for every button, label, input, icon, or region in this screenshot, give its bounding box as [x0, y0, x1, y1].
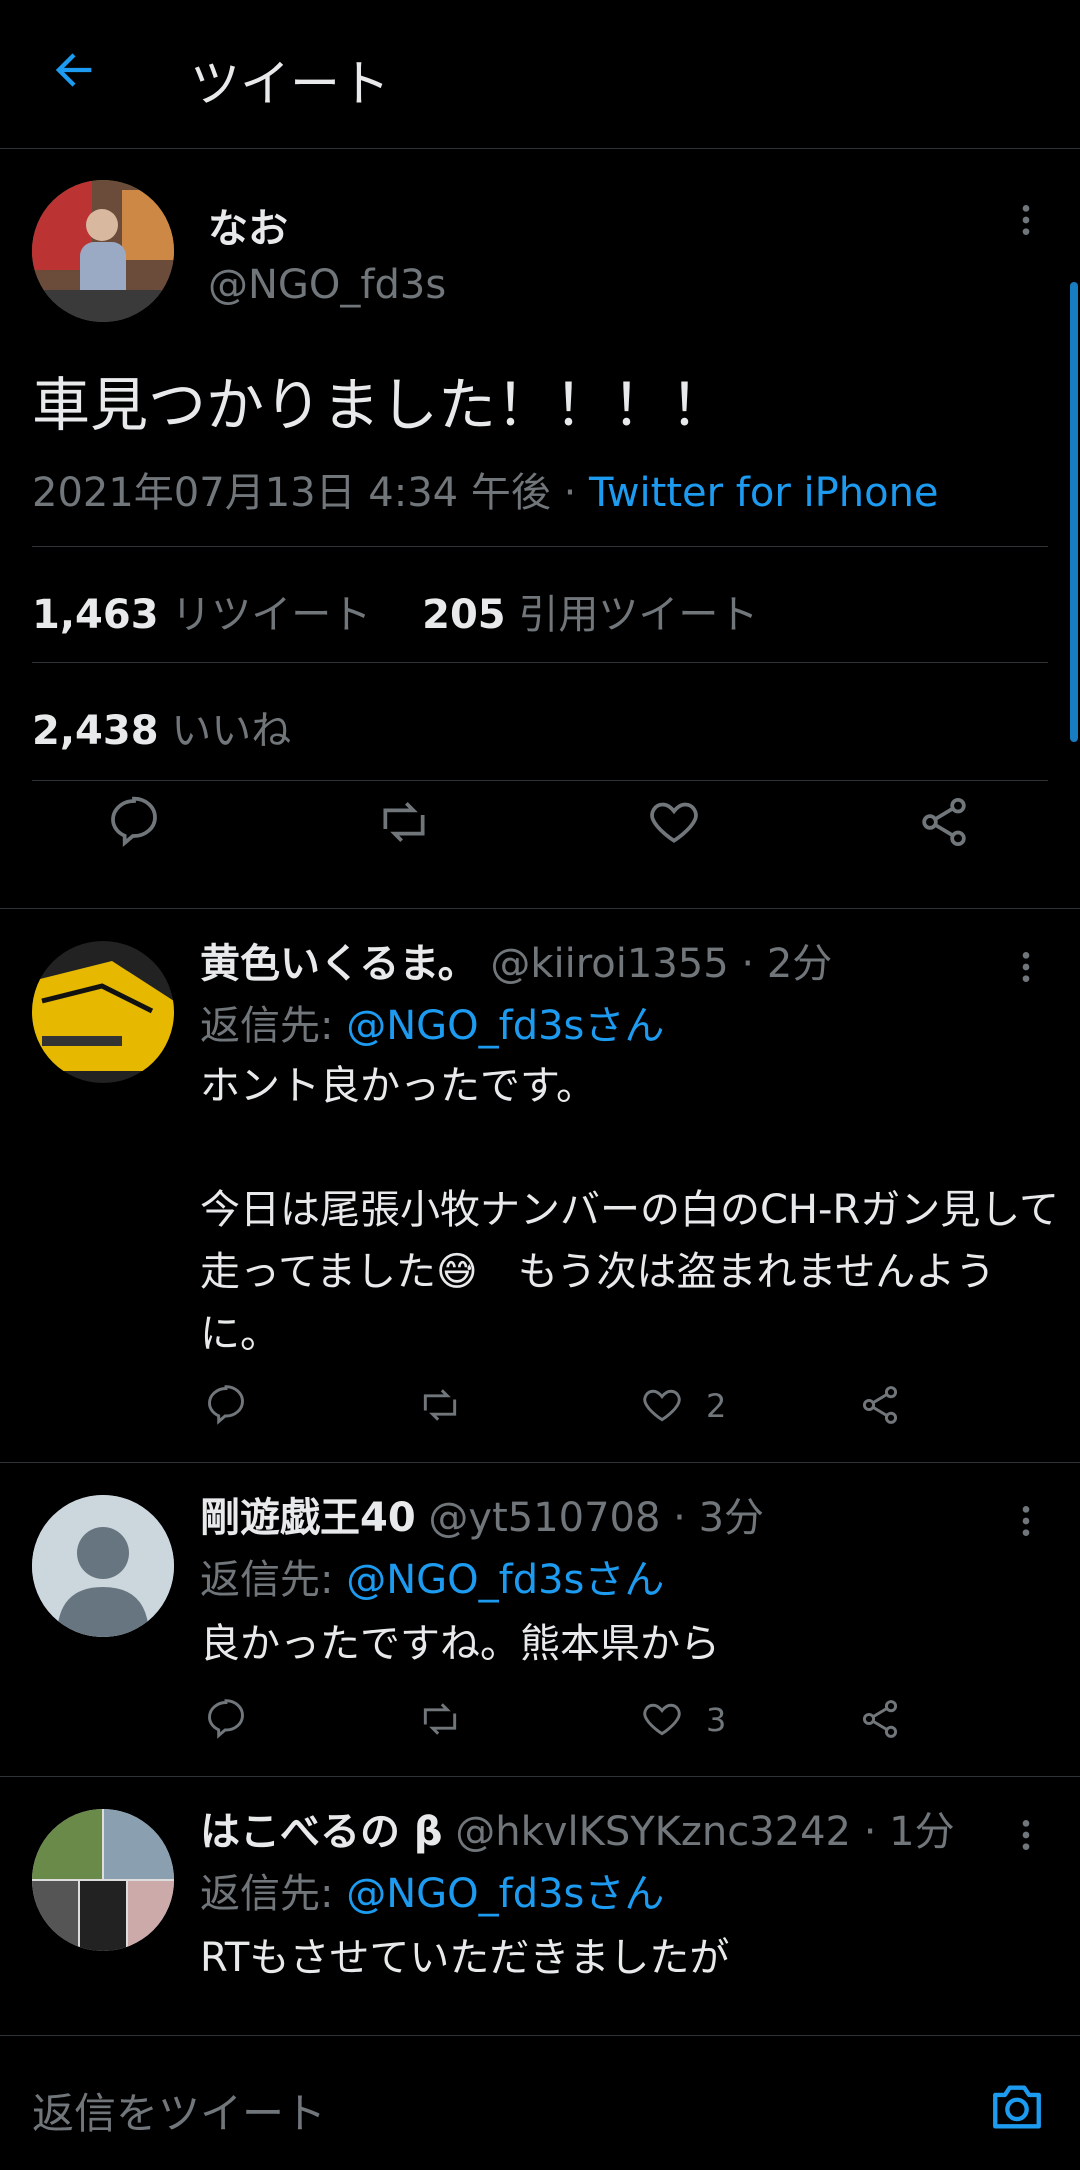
- camera-icon[interactable]: [988, 2078, 1046, 2136]
- share-icon[interactable]: [858, 1383, 902, 1427]
- tweet-meta: 2021年07月13日 4:34 午後 · Twitter for iPhone: [32, 470, 939, 516]
- quote-count: 205: [422, 592, 506, 638]
- more-vertical-icon[interactable]: [1006, 947, 1046, 987]
- reply-actions: 2: [200, 1383, 920, 1443]
- reply-author-handle[interactable]: @yt510708: [428, 1495, 660, 1541]
- like-count: 2: [706, 1387, 727, 1425]
- reply-item[interactable]: 剛遊戯王40 @yt510708 · 3分 返信先: @NGO_fd3sさん 良…: [0, 1462, 1080, 1777]
- reply-author-name[interactable]: 剛遊戯王40: [200, 1495, 416, 1541]
- retweet-icon[interactable]: [418, 1383, 462, 1427]
- author-handle[interactable]: @NGO_fd3s: [208, 262, 446, 308]
- reply-to-handle[interactable]: @NGO_fd3sさん: [346, 1003, 664, 1049]
- reply-header: 剛遊戯王40 @yt510708 · 3分: [200, 1495, 765, 1541]
- retweet-icon[interactable]: [376, 794, 432, 850]
- retweet-label: リツイート: [171, 592, 372, 638]
- retweet-count: 1,463: [32, 592, 159, 638]
- reply-author-name[interactable]: 黄色いくるま。: [200, 941, 478, 987]
- reply-item[interactable]: はこべるの β @hkvlKSYKznc3242 · 1分 返信先: @NGO_…: [0, 1776, 1080, 2036]
- retweet-icon[interactable]: [418, 1697, 462, 1741]
- share-icon[interactable]: [858, 1697, 902, 1741]
- reply-item[interactable]: 黄色いくるま。 @kiiroi1355 · 2分 返信先: @NGO_fd3sさ…: [0, 908, 1080, 1463]
- reply-header: はこべるの β @hkvlKSYKznc3242 · 1分: [200, 1809, 955, 1855]
- top-bar: ツイート: [0, 0, 1080, 149]
- reply-icon[interactable]: [204, 1383, 248, 1427]
- reply-header: 黄色いくるま。 @kiiroi1355 · 2分: [200, 941, 833, 987]
- like-label: いいね: [171, 708, 292, 754]
- author-name[interactable]: なお: [208, 196, 288, 254]
- page-title: ツイート: [190, 55, 390, 113]
- like-count: 2,438: [32, 708, 159, 754]
- retweet-stats[interactable]: 1,463 リツイート 205 引用ツイート: [32, 582, 758, 640]
- share-icon[interactable]: [916, 794, 972, 850]
- reply-icon[interactable]: [106, 794, 162, 850]
- reply-actions: 3: [200, 1697, 920, 1757]
- reply-time: 2分: [766, 941, 833, 987]
- reply-icon[interactable]: [204, 1697, 248, 1741]
- reply-author-handle[interactable]: @hkvlKSYKznc3242: [455, 1809, 851, 1855]
- reply-avatar[interactable]: [32, 941, 174, 1083]
- quote-label: 引用ツイート: [518, 592, 759, 638]
- scrollbar[interactable]: [1070, 282, 1078, 742]
- reply-time: 1分: [889, 1809, 955, 1855]
- heart-icon[interactable]: [646, 794, 702, 850]
- reply-to-label: 返信先:: [200, 1871, 334, 1917]
- reply-text: 良かったですね。熊本県から: [200, 1621, 720, 1667]
- author-avatar[interactable]: [32, 180, 174, 322]
- reply-author-handle[interactable]: @kiiroi1355: [490, 941, 728, 987]
- reply-to-label: 返信先:: [200, 1003, 334, 1049]
- heart-icon[interactable]: [640, 1383, 684, 1427]
- reply-text: RTもさせていただきましたが: [200, 1935, 730, 1981]
- more-vertical-icon[interactable]: [1006, 1501, 1046, 1541]
- tweet-timestamp: 2021年07月13日 4:34 午後: [32, 470, 551, 516]
- tweet-actions: [0, 780, 1080, 870]
- tweet-text: 車見つかりました！！！！: [32, 371, 729, 439]
- reply-avatar[interactable]: [32, 1495, 174, 1637]
- more-vertical-icon[interactable]: [1006, 200, 1046, 240]
- tweet-source[interactable]: Twitter for iPhone: [589, 470, 939, 516]
- reply-author-name[interactable]: はこべるの β: [200, 1809, 443, 1855]
- reply-to-handle[interactable]: @NGO_fd3sさん: [346, 1871, 664, 1917]
- reply-to-label: 返信先:: [200, 1557, 334, 1603]
- reply-to: 返信先: @NGO_fd3sさん: [200, 993, 664, 1051]
- like-stats[interactable]: 2,438 いいね: [32, 698, 291, 756]
- reply-to: 返信先: @NGO_fd3sさん: [200, 1861, 664, 1919]
- back-arrow-icon[interactable]: [48, 44, 100, 96]
- reply-avatar[interactable]: [32, 1809, 174, 1951]
- reply-time: 3分: [698, 1495, 765, 1541]
- reply-composer[interactable]: 返信をツイート: [0, 2035, 1080, 2170]
- divider: [32, 546, 1048, 547]
- reply-text: ホント良かったです。 今日は尾張小牧ナンバーの白のCH-Rガン見して走ってました…: [200, 1063, 1060, 1357]
- more-vertical-icon[interactable]: [1006, 1815, 1046, 1855]
- heart-icon[interactable]: [640, 1697, 684, 1741]
- reply-to-handle[interactable]: @NGO_fd3sさん: [346, 1557, 664, 1603]
- divider: [32, 662, 1048, 663]
- like-count: 3: [706, 1701, 727, 1739]
- reply-to: 返信先: @NGO_fd3sさん: [200, 1547, 664, 1605]
- reply-input[interactable]: 返信をツイート: [32, 2080, 326, 2141]
